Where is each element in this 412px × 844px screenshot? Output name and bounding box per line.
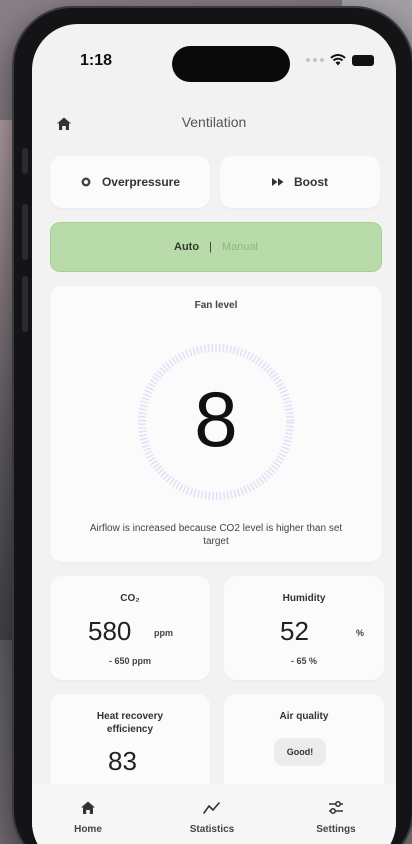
overpressure-icon	[81, 177, 91, 187]
tab-home-label: Home	[74, 824, 102, 835]
humidity-title: Humidity	[282, 593, 326, 604]
heat-recovery-value: 83	[108, 746, 137, 776]
battery-icon	[352, 54, 374, 66]
air-quality-badge: Good!	[274, 738, 326, 766]
tab-settings[interactable]: Settings	[296, 800, 376, 835]
auto-manual-toggle[interactable]: Auto | Manual	[50, 222, 382, 272]
bottom-tab-bar: Home Statistics Settings	[32, 784, 396, 844]
boost-label: Boost	[294, 175, 328, 189]
home-icon	[81, 801, 95, 814]
fan-level-label: Fan level	[194, 300, 238, 311]
air-quality-title: Air quality	[279, 711, 329, 722]
boost-button[interactable]: Boost	[220, 156, 380, 208]
sliders-icon	[329, 801, 343, 814]
co2-target: - 650 ppm	[108, 656, 151, 666]
co2-value: 580	[88, 616, 132, 646]
wifi-icon	[330, 54, 346, 66]
status-bar: 1:18	[32, 24, 396, 84]
fast-forward-icon	[272, 178, 284, 186]
tab-statistics-label: Statistics	[189, 824, 235, 835]
signal-icon	[306, 58, 324, 62]
co2-title: CO₂	[120, 593, 140, 604]
tab-settings-label: Settings	[316, 824, 356, 835]
tab-statistics[interactable]: Statistics	[172, 800, 252, 835]
chart-line-icon	[203, 802, 220, 814]
fan-level-value: 8	[194, 375, 238, 463]
volume-down-button	[22, 276, 28, 332]
status-time: 1:18	[80, 52, 113, 69]
app-screen: 1:18 Ventilation Overpressure Boost Auto…	[32, 24, 396, 844]
fan-level-card: Fan level 8 Airflow is increased because…	[50, 286, 382, 562]
page-title: Ventilation	[181, 114, 247, 130]
humidity-card[interactable]: Humidity 52 % - 65 %	[224, 576, 384, 680]
phone-frame: 1:18 Ventilation Overpressure Boost Auto…	[14, 8, 412, 844]
volume-up-button	[22, 204, 28, 260]
fan-level-note: Airflow is increased because CO2 level i…	[89, 523, 343, 547]
status-icons	[306, 54, 374, 66]
humidity-unit: %	[356, 628, 365, 638]
co2-card[interactable]: CO₂ 580 ppm - 650 ppm	[50, 576, 210, 680]
auto-option[interactable]: Auto	[174, 241, 199, 253]
toggle-separator: |	[209, 241, 212, 253]
tab-home[interactable]: Home	[48, 800, 128, 835]
co2-unit: ppm	[154, 628, 173, 638]
humidity-target: - 65 %	[290, 656, 317, 666]
header: Ventilation	[32, 112, 396, 142]
overpressure-label: Overpressure	[101, 175, 181, 189]
dynamic-island	[172, 46, 290, 82]
overpressure-button[interactable]: Overpressure	[50, 156, 210, 208]
heat-recovery-title: Heat recovery efficiency	[96, 711, 164, 735]
humidity-value: 52	[280, 616, 309, 646]
mute-switch	[22, 148, 28, 174]
manual-option[interactable]: Manual	[222, 241, 258, 253]
